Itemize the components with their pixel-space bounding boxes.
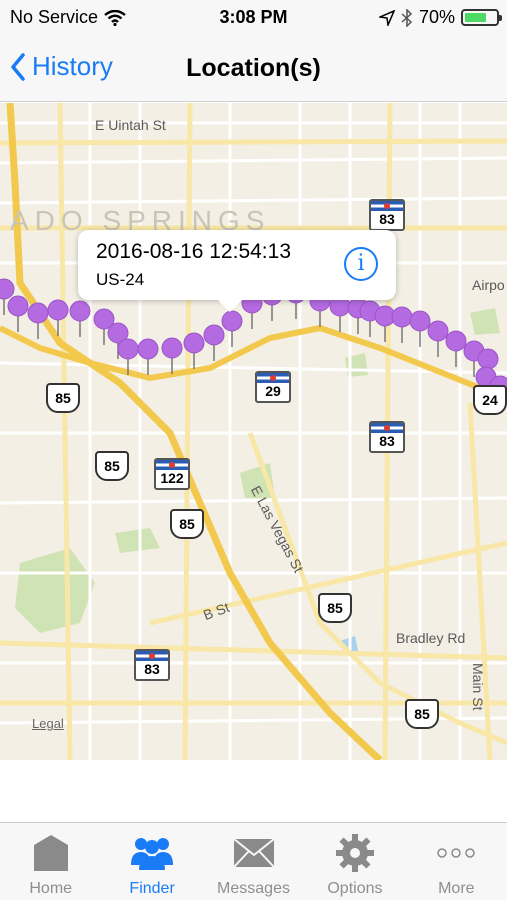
us-85-shield: 85: [95, 451, 129, 481]
page-title: Location(s): [186, 54, 321, 82]
location-pin[interactable]: [427, 320, 449, 342]
street-label-uintah: E Uintah St: [95, 117, 166, 133]
street-label-bradley: Bradley Rd: [396, 630, 466, 646]
location-pin[interactable]: [7, 295, 29, 317]
battery-percent: 70%: [418, 7, 455, 27]
street-label-airport: Airpo: [472, 277, 505, 293]
tab-messages-label: Messages: [217, 880, 290, 897]
route-83-shield: 83: [369, 199, 405, 231]
home-icon: [33, 835, 68, 871]
us-85-shield: 85: [46, 383, 80, 413]
map-view[interactable]: ADO SPRINGS E Uintah St E Las Vegas St B…: [0, 103, 507, 760]
tab-options-label: Options: [327, 880, 383, 897]
status-right: 70%: [378, 7, 502, 28]
location-pin[interactable]: [183, 332, 205, 354]
battery-fill: [465, 13, 486, 22]
tab-more-label: More: [438, 880, 475, 897]
us-85-shield: 85: [170, 509, 204, 539]
info-icon[interactable]: i: [344, 247, 378, 281]
legal-link[interactable]: Legal: [32, 716, 64, 731]
callout-road: US-24: [96, 270, 145, 289]
envelope-icon: [232, 838, 275, 868]
callout-timestamp: 2016-08-16 12:54:13: [96, 240, 291, 263]
location-pin[interactable]: [27, 302, 49, 324]
tab-bar: Home Finder Messages Options More: [0, 822, 507, 900]
location-pin[interactable]: [0, 278, 15, 300]
bluetooth-icon: [401, 8, 413, 27]
map-roads: [0, 103, 507, 760]
tab-finder[interactable]: Finder: [101, 823, 202, 900]
tab-finder-label: Finder: [129, 880, 175, 897]
location-pin[interactable]: [137, 338, 159, 360]
route-83-shield: 83: [369, 421, 405, 453]
location-pin[interactable]: [47, 299, 69, 321]
tab-options[interactable]: Options: [304, 823, 405, 900]
more-icon: [437, 848, 476, 858]
people-icon: [131, 838, 174, 870]
status-bar: No Service 3:08 PM 70%: [0, 0, 507, 36]
location-pin[interactable]: [221, 310, 243, 332]
location-pin[interactable]: [477, 348, 499, 370]
location-pin[interactable]: [69, 300, 91, 322]
location-pin[interactable]: [445, 330, 467, 352]
tab-more[interactable]: More: [406, 823, 507, 900]
location-pin[interactable]: [391, 306, 413, 328]
location-pin[interactable]: [409, 310, 431, 332]
tab-messages[interactable]: Messages: [203, 823, 304, 900]
tab-home[interactable]: Home: [0, 823, 101, 900]
route-83-shield: 83: [134, 649, 170, 681]
us-85-shield: 85: [318, 593, 352, 623]
battery-icon: [461, 9, 502, 26]
street-label-main: Main St: [470, 663, 486, 711]
tab-home-label: Home: [29, 880, 73, 897]
us-85-shield: 85: [405, 699, 439, 729]
location-arrow-icon: [378, 9, 395, 26]
navigation-bar: History Location(s): [0, 36, 507, 102]
location-pin[interactable]: [117, 338, 139, 360]
location-pin[interactable]: [203, 324, 225, 346]
location-pin[interactable]: [161, 337, 183, 359]
location-callout[interactable]: 2016-08-16 12:54:13 US-24 i: [78, 230, 396, 312]
us-24-shield: 24: [473, 385, 507, 415]
route-122-shield: 122: [154, 458, 190, 490]
route-29-shield: 29: [255, 371, 291, 403]
gear-icon: [335, 834, 374, 872]
